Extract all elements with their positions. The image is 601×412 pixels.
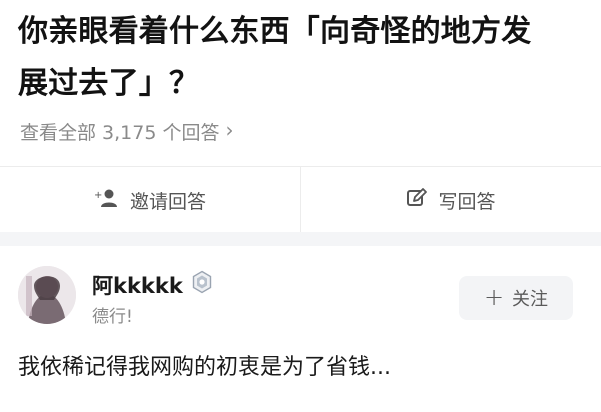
answer-card[interactable]: 阿kkkkk 德行! + 关注 我依稀记得我网购的初衷是为了省钱... [0, 246, 601, 412]
question-page: 你亲眼看着什么东西「向奇怪的地方发 展过去了」？ 查看全部 3,175 个回答 … [0, 0, 601, 412]
write-answer-button[interactable]: 写回答 [301, 167, 601, 233]
section-separator [0, 232, 601, 246]
invite-answer-label: 邀请回答 [129, 190, 206, 213]
question-title: 你亲眼看着什么东西「向奇怪的地方发 展过去了」？ [18, 6, 578, 110]
answer-excerpt[interactable]: 我依稀记得我网购的初衷是为了省钱... [18, 348, 578, 388]
follow-label: 关注 [512, 289, 549, 310]
verified-badge-icon [190, 270, 214, 294]
invite-answer-button[interactable]: + 邀请回答 [0, 167, 300, 233]
question-actions-bar: + 邀请回答 写回答 [0, 166, 601, 233]
view-all-answers-label: 查看全部 3,175 个回答 [20, 121, 220, 144]
question-title-line-2: 展过去了」？ [18, 66, 200, 101]
chevron-right-icon: › [225, 118, 234, 142]
svg-text:+: + [94, 190, 102, 201]
view-all-answers-link[interactable]: 查看全部 3,175 个回答 › [20, 117, 233, 145]
add-user-icon: + [94, 188, 120, 213]
follow-button[interactable]: + 关注 [459, 276, 573, 320]
edit-icon [406, 187, 428, 214]
author-bio: 德行! [92, 307, 133, 327]
avatar[interactable] [18, 266, 76, 324]
author-name[interactable]: 阿kkkkk [92, 270, 183, 300]
plus-icon: + [483, 283, 505, 311]
write-answer-label: 写回答 [438, 190, 496, 213]
question-title-line-1: 你亲眼看着什么东西「向奇怪的地方发 [18, 14, 532, 49]
